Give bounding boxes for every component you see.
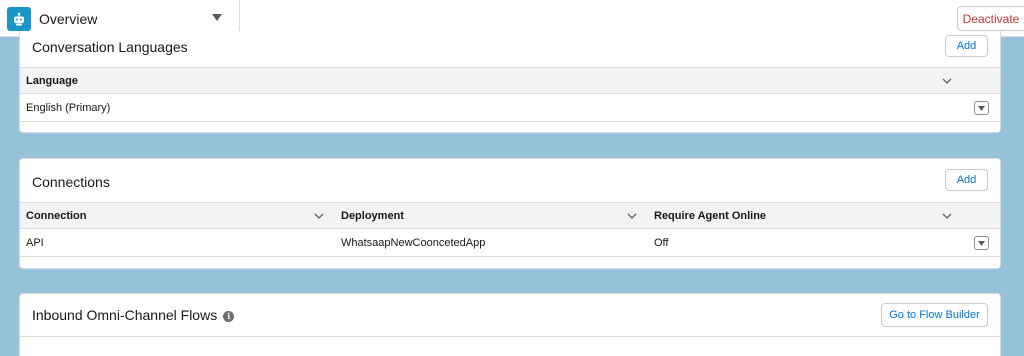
column-header-require-agent-online[interactable]: Require Agent Online <box>654 203 766 228</box>
row-actions-button[interactable] <box>974 101 989 115</box>
table-row: API WhatsaapNewCooncetedApp Off <box>20 229 1000 257</box>
column-header-deployment[interactable]: Deployment <box>341 203 404 228</box>
inbound-flows-card: Inbound Omni-Channel Flows i Go to Flow B… <box>19 293 1001 356</box>
add-language-button[interactable]: Add <box>945 35 988 57</box>
go-to-flow-builder-button[interactable]: Go to Flow Builder <box>881 303 988 327</box>
column-header-language[interactable]: Language <box>26 68 78 93</box>
card-title: Inbound Omni-Channel Flows i <box>32 307 235 323</box>
connection-cell: API <box>26 237 44 249</box>
deployment-cell: WhatsaapNewCooncetedApp <box>341 237 486 249</box>
add-connection-button[interactable]: Add <box>945 169 988 191</box>
caret-down-icon <box>978 105 985 111</box>
flows-title: Inbound Omni-Channel Flows <box>32 307 218 323</box>
conversation-languages-card: Conversation Languages Add Language Engl… <box>19 31 1001 133</box>
card-title: Connections <box>32 174 110 190</box>
caret-down-icon <box>978 240 985 246</box>
table-header: Connection Deployment Require Agent Onli… <box>20 202 1000 229</box>
info-icon[interactable]: i <box>223 310 235 322</box>
language-cell: English (Primary) <box>26 102 111 114</box>
connections-card: Connections Add Connection Deployment Re… <box>19 158 1001 269</box>
table-header: Language <box>20 67 1000 94</box>
chevron-down-icon[interactable] <box>314 211 324 221</box>
einstein-bot-icon <box>7 6 31 31</box>
caret-down-icon <box>212 14 222 21</box>
chevron-down-icon[interactable] <box>627 211 637 221</box>
deactivate-button[interactable]: Deactivate <box>957 6 1024 31</box>
divider <box>20 336 1000 337</box>
chevron-down-icon[interactable] <box>942 76 952 86</box>
require-agent-online-cell: Off <box>654 237 669 249</box>
card-title: Conversation Languages <box>32 39 188 55</box>
table-row: English (Primary) <box>20 94 1000 122</box>
navigation-label: Overview <box>39 10 98 27</box>
row-actions-button[interactable] <box>974 236 989 250</box>
column-header-connection[interactable]: Connection <box>26 203 87 228</box>
chevron-down-icon[interactable] <box>942 211 952 221</box>
